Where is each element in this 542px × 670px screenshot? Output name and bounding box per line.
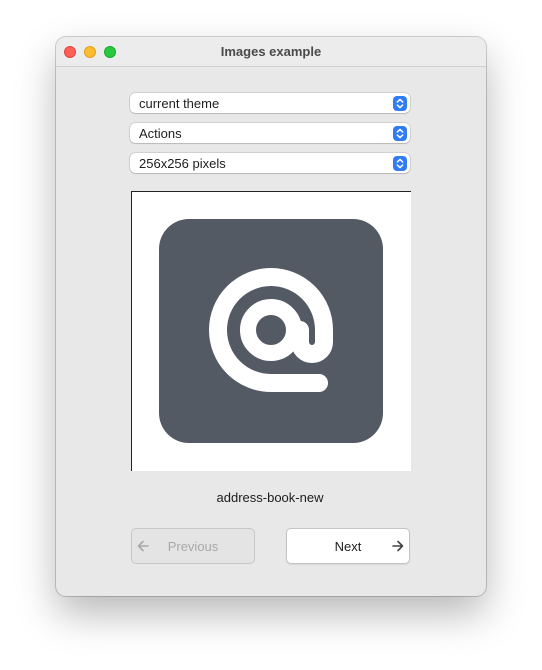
previous-button[interactable]: Previous [131, 528, 255, 564]
size-combobox[interactable]: 256x256 pixels [130, 153, 410, 173]
updown-chevron-icon [393, 156, 407, 171]
window-title: Images example [220, 44, 322, 59]
icon-preview-frame [131, 191, 411, 471]
previous-button-label: Previous [167, 539, 219, 554]
title-bar[interactable]: Images example [56, 37, 486, 67]
at-sign-icon [159, 219, 383, 443]
context-combobox-value: Actions [139, 126, 182, 141]
theme-combobox[interactable]: current theme [130, 93, 410, 113]
size-combobox-value: 256x256 pixels [139, 156, 226, 171]
updown-chevron-icon [393, 126, 407, 141]
app-window: Images example current theme Actions 256… [56, 37, 486, 596]
context-combobox[interactable]: Actions [130, 123, 410, 143]
theme-combobox-value: current theme [139, 96, 220, 111]
icon-name-label: address-book-new [216, 490, 324, 505]
updown-chevron-icon [393, 96, 407, 111]
arrow-right-icon [391, 539, 405, 556]
next-button[interactable]: Next [286, 528, 410, 564]
